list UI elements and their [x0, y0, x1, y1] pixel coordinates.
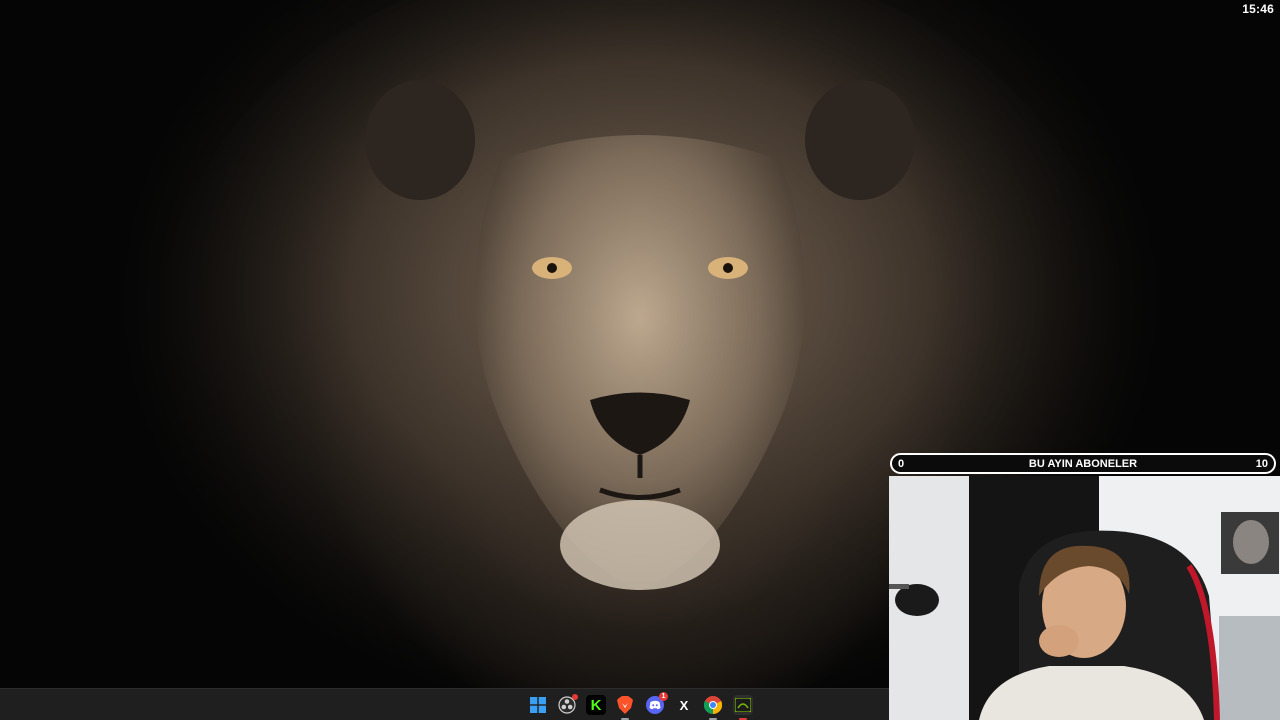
nvidia-logo [735, 698, 751, 712]
windows-logo [530, 697, 546, 713]
chin-fur [560, 500, 720, 590]
mic-arm [889, 584, 909, 589]
kick-icon[interactable]: K [586, 695, 606, 715]
left-pupil [547, 263, 557, 273]
webcam-scene [889, 476, 1280, 720]
brave-browser-icon[interactable] [615, 695, 635, 720]
webcam-overlay [889, 476, 1280, 720]
obs-recording-dot [572, 694, 578, 700]
x-letter: X [679, 697, 689, 713]
desktop[interactable]: 15:46 0 BU AYIN ABONELER 10 K 1 X [0, 0, 1280, 720]
left-ear [365, 80, 475, 200]
system-clock[interactable]: 15:46 [1242, 2, 1274, 16]
brave-logo [617, 696, 633, 714]
nvidia-app-icon[interactable] [733, 695, 753, 720]
right-pupil [723, 263, 733, 273]
poster-lion-face [1233, 520, 1269, 564]
obs-icon[interactable] [557, 694, 578, 715]
chrome-logo [704, 696, 722, 714]
windows-start-icon[interactable] [528, 695, 548, 715]
person-hand [1039, 625, 1079, 657]
discord-icon[interactable]: 1 [645, 692, 668, 715]
goal-max-value: 10 [1255, 458, 1268, 470]
taskbar: K 1 X [0, 688, 889, 720]
goal-title: BU AYIN ABONELER [1028, 458, 1138, 470]
subscriber-goal-bar: 0 BU AYIN ABONELER 10 [890, 453, 1276, 474]
chrome-icon[interactable] [703, 695, 723, 720]
discord-notification-badge: 1 [659, 692, 668, 701]
sofa [1219, 616, 1280, 720]
right-ear [805, 80, 915, 200]
x-twitter-icon[interactable]: X [674, 695, 694, 715]
kick-letter: K [590, 696, 602, 714]
